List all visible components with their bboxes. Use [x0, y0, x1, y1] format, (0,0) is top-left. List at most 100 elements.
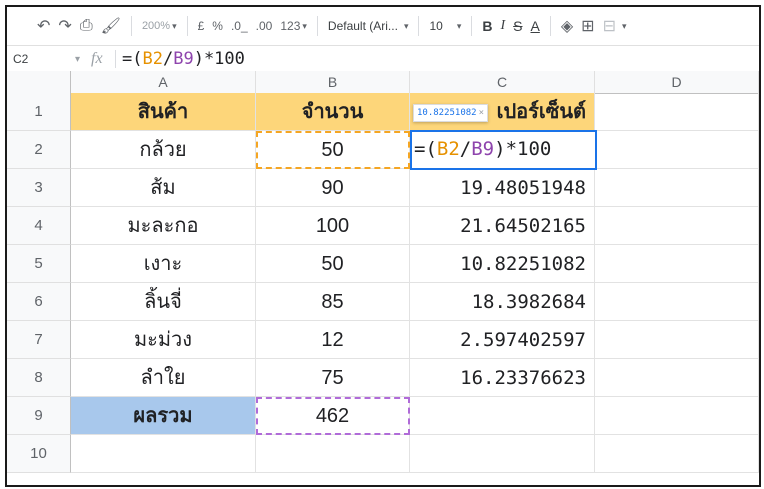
row-header[interactable]: 6	[7, 283, 71, 321]
chevron-down-icon: ▾	[172, 20, 177, 31]
text-color-button[interactable]: A	[527, 14, 544, 38]
formula-divider	[115, 50, 116, 68]
fx-icon: fx	[91, 50, 103, 67]
strikethrough-button[interactable]: S	[509, 14, 526, 38]
cell-c8[interactable]: 16.23376623	[410, 359, 595, 397]
italic-button[interactable]: I	[496, 14, 509, 38]
cell-b6[interactable]: 85	[256, 283, 410, 321]
cell-d9[interactable]	[595, 397, 759, 435]
paint-format-icon[interactable]: 🖌︎	[97, 14, 125, 38]
row-header[interactable]: 9	[7, 397, 71, 435]
currency-button[interactable]: £	[194, 14, 209, 38]
row-header[interactable]: 3	[7, 169, 71, 207]
toolbar-divider	[130, 16, 132, 36]
column-header-c[interactable]: C	[410, 71, 595, 93]
cell-b5[interactable]: 50	[256, 245, 410, 283]
cell-d7[interactable]	[595, 321, 759, 359]
table-row: 4 มะละกอ 100 21.64502165	[7, 207, 759, 245]
decrease-decimal-button[interactable]: .0_	[227, 14, 252, 38]
table-row: 3 ส้ม 90 19.48051948	[7, 169, 759, 207]
cell-b3[interactable]: 90	[256, 169, 410, 207]
more-formats-button[interactable]: 123 ▾	[276, 14, 311, 38]
row-header[interactable]: 10	[7, 435, 71, 473]
cell-d10[interactable]	[595, 435, 759, 473]
formula-input[interactable]: =(B2/B9)*100	[122, 49, 245, 69]
chevron-down-icon: ▾	[302, 20, 307, 31]
font-size-select[interactable]: 10 ▾	[425, 14, 465, 38]
row-header[interactable]: 7	[7, 321, 71, 359]
cell-b7[interactable]: 12	[256, 321, 410, 359]
cell-c6[interactable]: 18.3982684	[410, 283, 595, 321]
percent-button[interactable]: %	[208, 14, 227, 38]
cell-a9[interactable]: ผลรวม	[71, 397, 256, 435]
toolbar: ↶ ↷ ⎙ 🖌︎ 200% ▾ £ % .0_ .00 123 ▾ Default …	[7, 7, 759, 45]
cell-b8[interactable]: 75	[256, 359, 410, 397]
cell-d3[interactable]	[595, 169, 759, 207]
toolbar-divider	[471, 16, 473, 36]
table-row: 7 มะม่วง 12 2.597402597	[7, 321, 759, 359]
fill-color-icon[interactable]: ◈	[557, 14, 577, 38]
active-cell-editor[interactable]: =(B2/B9)*100	[410, 130, 597, 170]
borders-icon[interactable]: ⊞	[577, 14, 598, 38]
cell-c10[interactable]	[410, 435, 595, 473]
increase-decimal-button[interactable]: .00	[252, 14, 277, 38]
cell-b2[interactable]: 50	[256, 131, 410, 169]
select-all-corner[interactable]	[7, 71, 71, 93]
cell-b1[interactable]: จำนวน	[256, 93, 410, 131]
toolbar-divider	[418, 16, 420, 36]
cell-a4[interactable]: มะละกอ	[71, 207, 256, 245]
row-header[interactable]: 4	[7, 207, 71, 245]
redo-icon[interactable]: ↷	[54, 14, 75, 38]
cell-a10[interactable]	[71, 435, 256, 473]
font-select[interactable]: Default (Ari... ▾	[324, 14, 413, 38]
cell-c3[interactable]: 19.48051948	[410, 169, 595, 207]
table-row: 8 ลำใย 75 16.23376623	[7, 359, 759, 397]
column-header-b[interactable]: B	[256, 71, 410, 93]
row-header[interactable]: 2	[7, 131, 71, 169]
cell-a7[interactable]: มะม่วง	[71, 321, 256, 359]
toolbar-divider	[186, 16, 188, 36]
cell-d2[interactable]	[595, 131, 759, 169]
column-header-a[interactable]: A	[71, 71, 256, 93]
cell-b4[interactable]: 100	[256, 207, 410, 245]
toolbar-divider	[549, 16, 551, 36]
cell-a3[interactable]: ส้ม	[71, 169, 256, 207]
print-icon[interactable]: ⎙	[76, 14, 97, 38]
undo-icon[interactable]: ↶	[33, 14, 54, 38]
cell-d4[interactable]	[595, 207, 759, 245]
cell-d8[interactable]	[595, 359, 759, 397]
cell-c5[interactable]: 10.82251082	[410, 245, 595, 283]
formula-bar: C2 ▾ fx =(B2/B9)*100	[7, 45, 759, 73]
cell-d1[interactable]	[595, 93, 759, 131]
row-header[interactable]: 5	[7, 245, 71, 283]
cell-d6[interactable]	[595, 283, 759, 321]
table-row: 1 สินค้า จำนวน เปอร์เซ็นต์	[7, 93, 759, 131]
row-header[interactable]: 1	[7, 93, 71, 131]
cell-b10[interactable]	[256, 435, 410, 473]
cell-d5[interactable]	[595, 245, 759, 283]
spreadsheet-window: ↶ ↷ ⎙ 🖌︎ 200% ▾ £ % .0_ .00 123 ▾ Default …	[5, 5, 761, 487]
cell-c7[interactable]: 2.597402597	[410, 321, 595, 359]
zoom-select[interactable]: 200% ▾	[138, 14, 181, 38]
column-header-d[interactable]: D	[595, 71, 759, 93]
chevron-down-icon[interactable]: ▾	[75, 54, 91, 65]
name-box[interactable]: C2	[7, 52, 75, 66]
chevron-down-icon: ▾	[403, 20, 409, 31]
bold-button[interactable]: B	[478, 14, 496, 38]
toolbar-divider	[316, 16, 318, 36]
chevron-down-icon[interactable]: ▾	[622, 21, 627, 32]
cell-a6[interactable]: ลิ้นจี่	[71, 283, 256, 321]
row-header[interactable]: 8	[7, 359, 71, 397]
cell-c4[interactable]: 21.64502165	[410, 207, 595, 245]
cell-a8[interactable]: ลำใย	[71, 359, 256, 397]
close-icon[interactable]: ×	[479, 108, 484, 118]
cell-a2[interactable]: กล้วย	[71, 131, 256, 169]
merge-cells-icon[interactable]: ⊟	[599, 14, 620, 38]
column-headers: A B C D	[7, 71, 759, 94]
cell-a5[interactable]: เงาะ	[71, 245, 256, 283]
chevron-down-icon: ▾	[456, 20, 462, 31]
cell-c9[interactable]	[410, 397, 595, 435]
cell-b9[interactable]: 462	[256, 397, 410, 435]
table-row: 10	[7, 435, 759, 473]
cell-a1[interactable]: สินค้า	[71, 93, 256, 131]
